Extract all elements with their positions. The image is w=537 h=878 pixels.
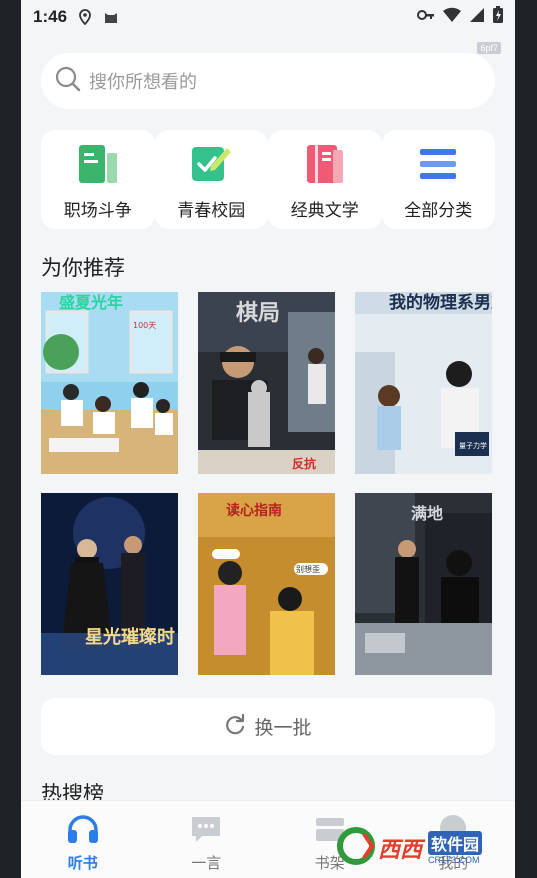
book-green-icon <box>76 142 120 186</box>
refresh-button[interactable]: 换一批 <box>41 698 495 755</box>
book-title-text: 棋局 <box>236 300 280 326</box>
location-icon <box>77 9 93 25</box>
book-title-text: 读心指南 <box>226 502 282 519</box>
category-all[interactable]: 全部分类 <box>381 130 495 229</box>
category-campus[interactable]: 青春校园 <box>154 130 268 229</box>
status-time: 1:46 <box>33 7 68 26</box>
book-cover[interactable]: 棋局 反抗 <box>198 292 335 474</box>
book-cover[interactable]: 读心指南 别想歪 <box>198 493 335 675</box>
book-cover-text: 100天 <box>133 321 156 330</box>
book-title-text: 盛夏光年 <box>59 293 123 312</box>
category-label: 经典文学 <box>290 201 359 220</box>
search-bar[interactable]: 搜你所想看的 <box>41 53 495 109</box>
list-icon <box>416 142 460 186</box>
category-label: 全部分类 <box>404 201 473 220</box>
book-title-text: 满地 <box>411 504 443 523</box>
headphones-icon <box>66 815 100 848</box>
cat-app-icon <box>103 9 119 25</box>
refresh-label: 换一批 <box>254 718 312 739</box>
book-cover-text: 反抗 <box>292 456 316 471</box>
tab-listen[interactable]: 听书 <box>21 801 145 878</box>
wifi-icon <box>443 7 461 28</box>
book-title-text: 我的物理系男友 <box>389 292 492 313</box>
search-icon <box>55 66 81 97</box>
chat-bubble-icon <box>190 815 222 848</box>
watermark-brand: 西西 <box>378 837 423 862</box>
category-label: 青春校园 <box>177 201 246 220</box>
battery-icon <box>493 6 503 28</box>
watermark-url: CR173.COM <box>428 855 480 865</box>
watermark-cn: 软件园 <box>428 831 483 855</box>
signal-icon <box>469 7 485 28</box>
book-pink-icon <box>303 142 347 186</box>
refresh-icon <box>224 713 246 740</box>
overlay-tag: 6pf7 <box>477 42 501 54</box>
tab-label: 听书 <box>67 855 98 872</box>
book-cover-text: 别想歪 <box>296 564 320 574</box>
book-cover-text: 量子力学 <box>459 441 487 450</box>
book-title-text: 星光璀璨时 <box>85 626 175 648</box>
book-cover[interactable]: 我的物理系男友 量子力学 <box>355 292 492 474</box>
recommend-title: 为你推荐 <box>41 257 125 280</box>
notebook-pen-icon <box>189 142 233 186</box>
watermark-logo-icon <box>336 826 376 871</box>
site-watermark: 西西 软件园 CR173.COM <box>336 822 516 874</box>
category-grid: 职场斗争 青春校园 经典文学 全部分类 <box>41 130 495 229</box>
category-classic[interactable]: 经典文学 <box>268 130 382 229</box>
book-cover[interactable]: 满地 <box>355 493 492 675</box>
book-grid: 盛夏光年 100天 棋局 反抗 我的物理系男 量子力学 星光璀璨时 读心指南 别… <box>41 292 493 675</box>
book-cover[interactable]: 盛夏光年 100天 <box>41 292 178 474</box>
category-workplace[interactable]: 职场斗争 <box>41 130 155 229</box>
book-cover[interactable]: 星光璀璨时 <box>41 493 178 675</box>
search-placeholder: 搜你所想看的 <box>89 72 197 92</box>
tab-label: 一言 <box>191 855 222 872</box>
watermark-sub: 软件园 CR173.COM <box>428 831 483 865</box>
app-screen: 1:46 6pf7 搜你所想看的 职场斗争 青春校园 经典文学 全部分类 为你推… <box>21 0 515 878</box>
status-indicators <box>417 6 503 28</box>
status-bar: 1:46 <box>21 0 515 34</box>
tab-quote[interactable]: 一言 <box>145 801 269 878</box>
category-label: 职场斗争 <box>63 201 132 220</box>
vpn-key-icon <box>417 8 435 26</box>
